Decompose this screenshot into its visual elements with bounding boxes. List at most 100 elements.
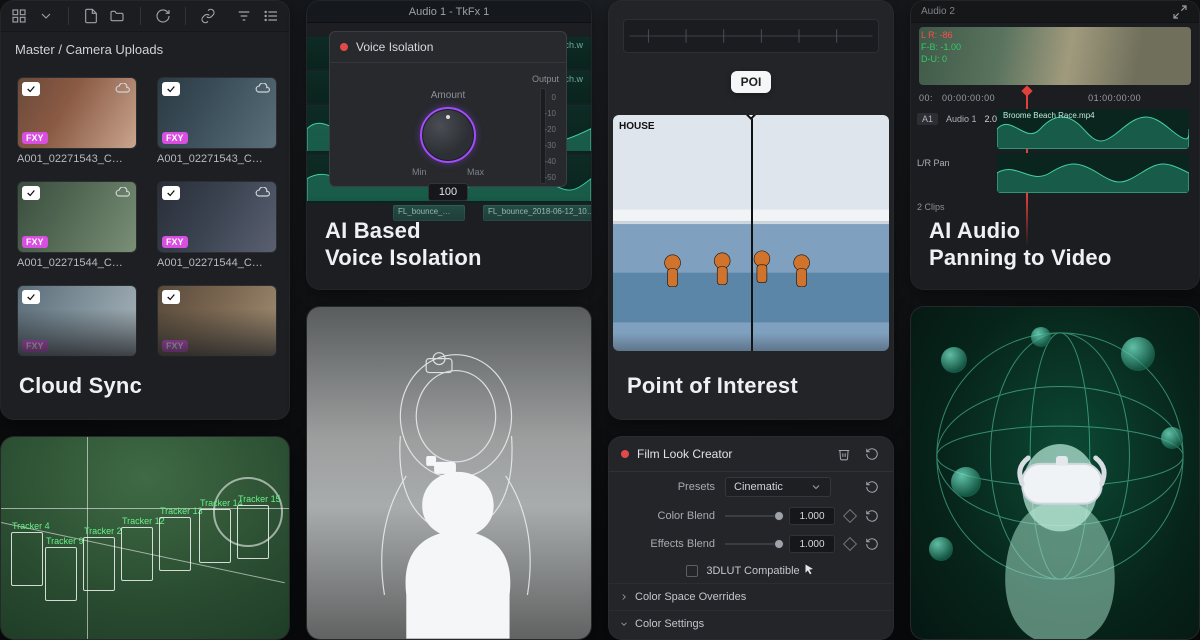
track-name: Audio 1 xyxy=(946,114,977,124)
track-index[interactable]: A1 xyxy=(917,113,938,125)
tracker-label: Tracker 15 xyxy=(238,494,281,504)
refresh-icon[interactable] xyxy=(154,7,170,25)
new-folder-icon[interactable] xyxy=(109,7,125,25)
reset-all-icon[interactable] xyxy=(863,445,881,463)
color-blend-slider[interactable] xyxy=(725,509,779,523)
ai-audio-card: Audio 2 L R: -86 F-B: -1.00 D-U: 0 00: 0… xyxy=(910,0,1200,290)
title-gradient xyxy=(1,309,289,419)
track-gain[interactable]: 2.0 xyxy=(985,114,998,124)
waveform-b[interactable] xyxy=(997,153,1189,193)
clip-name-label: Broome Beach Race.mp4 xyxy=(1003,111,1095,120)
level-readout: L R: -86 F-B: -1.00 D-U: 0 xyxy=(921,29,961,65)
new-file-icon[interactable] xyxy=(83,7,99,25)
fx-header: Voice Isolation xyxy=(330,32,566,63)
settings-section[interactable]: Color Settings xyxy=(609,610,893,637)
amount-knob-group: Amount Min Max 100 xyxy=(412,90,484,201)
grid-view-icon[interactable] xyxy=(11,7,27,25)
keyframe-icon[interactable] xyxy=(843,509,857,523)
clip-label: A001_02271543_C… xyxy=(17,153,137,165)
cloud-sync-toolbar xyxy=(1,1,289,32)
astronaut-visual xyxy=(307,307,591,639)
card-title: AI Audio Panning to Video xyxy=(929,218,1111,271)
selected-badge xyxy=(162,186,180,200)
compat-row: 3DLUT Compatible xyxy=(609,558,893,583)
tracker-label: Tracker 9 xyxy=(46,536,84,546)
ai-audio-tabbar: Audio 2 xyxy=(911,1,1199,23)
tracker-label: Tracker 13 xyxy=(160,506,203,516)
fxy-badge: FXY xyxy=(22,236,48,248)
voice-isolation-panel: Voice Isolation Amount Min Max 100 Outpu… xyxy=(329,31,567,187)
lr-pan-label: L/R Pan xyxy=(917,158,950,168)
fx-enabled-dot[interactable] xyxy=(621,450,629,458)
selected-badge xyxy=(22,290,40,304)
film-look-header: Film Look Creator xyxy=(609,437,893,472)
selected-badge xyxy=(22,186,40,200)
fxy-badge: FXY xyxy=(162,236,188,248)
tracker-card: Tracker 4 Tracker 9 Tracker 2 Tracker 12… xyxy=(0,436,290,640)
film-look-title: Film Look Creator xyxy=(637,447,732,461)
reset-icon[interactable] xyxy=(865,509,879,523)
color-blend-row: Color Blend 1.000 xyxy=(609,502,893,530)
clip-label: A001_02271544_C… xyxy=(17,257,137,269)
compat-checkbox[interactable] xyxy=(686,565,698,577)
pitch-background: Tracker 4 Tracker 9 Tracker 2 Tracker 12… xyxy=(1,437,289,639)
vr-card xyxy=(910,306,1200,640)
cursor-icon xyxy=(804,563,816,578)
effects-blend-value[interactable]: 1.000 xyxy=(789,535,835,553)
card-title: Point of Interest xyxy=(627,373,798,399)
slider-label: Effects Blend xyxy=(623,538,715,550)
trash-icon[interactable] xyxy=(835,445,853,463)
timecode-ruler[interactable]: 00: 00:00:00:00 01:00:00:00 xyxy=(919,93,1141,103)
poi-card: POI HOUSE Point of Interest xyxy=(608,0,894,420)
poi-marker-line[interactable] xyxy=(751,115,753,351)
expand-icon[interactable] xyxy=(1171,3,1189,21)
list-view-icon[interactable] xyxy=(263,7,279,25)
audio-tab[interactable]: Audio 2 xyxy=(921,6,955,17)
clip-thumbnail[interactable]: FXY xyxy=(17,181,137,253)
tracker-label: Tracker 4 xyxy=(12,521,50,531)
poi-ruler[interactable] xyxy=(623,19,879,53)
waveform-a[interactable]: Broome Beach Race.mp4 xyxy=(997,109,1189,149)
fx-title: Voice Isolation xyxy=(356,40,433,54)
clip-thumbnail[interactable]: FXY xyxy=(17,77,137,149)
poi-preview: HOUSE xyxy=(613,115,889,351)
keyframe-icon[interactable] xyxy=(843,537,857,551)
card-title: AI Based Voice Isolation xyxy=(325,218,482,271)
overrides-section[interactable]: Color Space Overrides xyxy=(609,583,893,610)
filter-menu-icon[interactable] xyxy=(236,7,252,25)
selected-badge xyxy=(162,290,180,304)
reset-icon[interactable] xyxy=(865,480,879,494)
breadcrumb[interactable]: Master / Camera Uploads xyxy=(1,32,289,67)
presets-row: Presets Cinematic xyxy=(609,472,893,502)
cloud-icon xyxy=(254,82,272,94)
selected-badge xyxy=(22,82,40,96)
amount-knob[interactable] xyxy=(420,107,476,163)
astronaut-card xyxy=(306,306,592,640)
cloud-sync-card: Master / Camera Uploads FXY A001_0227154… xyxy=(0,0,290,420)
vr-visual xyxy=(911,307,1199,639)
effects-blend-row: Effects Blend 1.000 xyxy=(609,530,893,558)
presets-label: Presets xyxy=(623,481,715,493)
poi-stage: POI HOUSE xyxy=(609,61,893,351)
compat-label: 3DLUT Compatible xyxy=(706,565,799,577)
fxy-badge: FXY xyxy=(22,132,48,144)
clip-thumbnail[interactable]: FXY xyxy=(157,181,277,253)
card-title: Cloud Sync xyxy=(19,373,142,399)
audio-tab-label: Audio 1 - TkFx 1 xyxy=(307,1,591,23)
min-label: Min xyxy=(412,167,427,177)
cloud-icon xyxy=(114,82,132,94)
color-blend-value[interactable]: 1.000 xyxy=(789,507,835,525)
amount-label: Amount xyxy=(412,90,484,101)
poi-badge[interactable]: POI xyxy=(731,71,772,93)
clip-label: A001_02271543_C… xyxy=(157,153,277,165)
clip-label: A001_02271544_C… xyxy=(157,257,277,269)
reset-icon[interactable] xyxy=(865,537,879,551)
fxy-badge: FXY xyxy=(162,132,188,144)
effects-blend-slider[interactable] xyxy=(725,537,779,551)
film-look-card: Film Look Creator Presets Cinematic Colo… xyxy=(608,436,894,640)
clip-thumbnail[interactable]: FXY xyxy=(157,77,277,149)
link-icon[interactable] xyxy=(200,7,216,25)
fx-enabled-dot[interactable] xyxy=(340,43,348,51)
presets-select[interactable]: Cinematic xyxy=(725,477,831,497)
chevron-down-icon[interactable] xyxy=(37,7,53,25)
